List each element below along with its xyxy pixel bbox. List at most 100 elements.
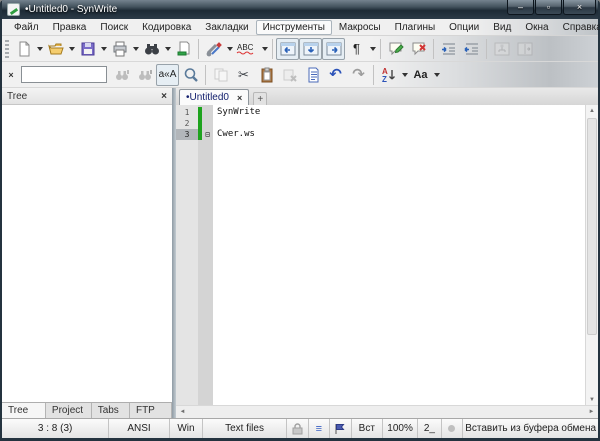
- save-file-button[interactable]: [76, 38, 99, 60]
- status-macro-cell[interactable]: [330, 419, 352, 438]
- delete-button[interactable]: [278, 64, 301, 86]
- sidebar-close-icon[interactable]: ×: [161, 91, 167, 102]
- sync-tree-button[interactable]: [490, 38, 513, 60]
- sidebar-tab-ftp[interactable]: FTP: [130, 403, 172, 418]
- menu-help[interactable]: Справка: [556, 20, 600, 35]
- toolbar-gripper[interactable]: [5, 40, 9, 58]
- zoom-search-button[interactable]: [179, 64, 202, 86]
- status-insert-mode[interactable]: Вст: [352, 419, 383, 438]
- tree-view[interactable]: [2, 105, 172, 402]
- find-button[interactable]: [140, 38, 163, 60]
- toolbar-main: ABC ¶: [2, 36, 598, 62]
- close-findbar-button[interactable]: ×: [4, 67, 18, 83]
- undo-icon: ↶: [329, 68, 342, 81]
- spellcheck-dropdown[interactable]: [260, 38, 269, 60]
- tools-button[interactable]: [202, 38, 225, 60]
- status-wrap-cell[interactable]: ≡: [309, 419, 331, 438]
- new-file-button[interactable]: [12, 38, 35, 60]
- sort-button[interactable]: AZ: [377, 64, 400, 86]
- vertical-scroll-track[interactable]: [586, 116, 598, 394]
- panel-bottom-toggle-button[interactable]: [299, 38, 322, 60]
- print-dropdown[interactable]: [131, 38, 140, 60]
- unindent-button[interactable]: [460, 38, 483, 60]
- comment-add-button[interactable]: [384, 38, 407, 60]
- open-file-button[interactable]: [44, 38, 67, 60]
- menu-options[interactable]: Опции: [442, 20, 486, 35]
- toolbar-separator: [205, 65, 206, 85]
- menu-edit[interactable]: Правка: [46, 20, 94, 35]
- status-indicator-cell[interactable]: [442, 419, 464, 438]
- find-dropdown[interactable]: [163, 38, 172, 60]
- sort-dropdown[interactable]: [400, 64, 409, 86]
- indent-icon: [441, 42, 457, 56]
- green-document-button[interactable]: [172, 38, 195, 60]
- case-sensitive-button[interactable]: a«A: [156, 64, 179, 86]
- status-line-ends[interactable]: Win: [170, 419, 203, 438]
- maximize-button[interactable]: ▫: [535, 0, 562, 15]
- menu-tools[interactable]: Инструменты: [256, 20, 332, 35]
- find-next-button[interactable]: [133, 64, 156, 86]
- menu-macros[interactable]: Макросы: [332, 20, 388, 35]
- cut-button[interactable]: ✂: [232, 64, 255, 86]
- status-tab-size[interactable]: 2_: [418, 419, 442, 438]
- vertical-scrollbar[interactable]: ▲ ▼: [585, 105, 598, 405]
- close-button[interactable]: ×: [563, 0, 596, 15]
- scroll-up-icon[interactable]: ▲: [586, 105, 598, 116]
- comment-remove-button[interactable]: [407, 38, 430, 60]
- vertical-scroll-thumb[interactable]: [587, 118, 597, 335]
- select-all-button[interactable]: [301, 64, 324, 86]
- horizontal-scrollbar[interactable]: ◄ ►: [176, 405, 598, 418]
- print-button[interactable]: [108, 38, 131, 60]
- status-caret-position[interactable]: 3 : 8 (3): [2, 419, 109, 438]
- tools-icon: [206, 41, 222, 57]
- document-tab-label: •Untitled0: [186, 92, 229, 103]
- status-lexer[interactable]: Text files: [203, 419, 287, 438]
- editor-area[interactable]: 1 SynWrite 2 3: [176, 105, 585, 405]
- minimize-button[interactable]: –: [507, 0, 534, 15]
- indent-button[interactable]: [437, 38, 460, 60]
- quick-search-input[interactable]: [21, 66, 107, 83]
- menu-bookmarks[interactable]: Закладки: [198, 20, 255, 35]
- menu-encoding[interactable]: Кодировка: [135, 20, 198, 35]
- redo-button[interactable]: ↷: [347, 64, 370, 86]
- menu-view[interactable]: Вид: [486, 20, 518, 35]
- new-tab-button[interactable]: +: [253, 92, 267, 105]
- find-prev-button[interactable]: [110, 64, 133, 86]
- scroll-left-icon[interactable]: ◄: [176, 409, 189, 415]
- scroll-right-icon[interactable]: ►: [585, 409, 598, 415]
- menu-search[interactable]: Поиск: [93, 20, 135, 35]
- menu-windows[interactable]: Окна: [518, 20, 555, 35]
- show-nonprinted-button[interactable]: ¶: [345, 38, 368, 60]
- menu-plugins[interactable]: Плагины: [388, 20, 443, 35]
- line-text: SynWrite: [213, 107, 260, 118]
- scroll-down-icon[interactable]: ▼: [586, 394, 598, 405]
- sync-frame-button[interactable]: [513, 38, 536, 60]
- menu-file[interactable]: Файл: [7, 20, 46, 35]
- panel-right-toggle-button[interactable]: [322, 38, 345, 60]
- tab-close-icon[interactable]: ×: [237, 93, 242, 103]
- change-case-dropdown[interactable]: [432, 64, 441, 86]
- paste-button[interactable]: [255, 64, 278, 86]
- spellcheck-button[interactable]: ABC: [234, 38, 260, 60]
- copy-button[interactable]: [209, 64, 232, 86]
- line-number: 2: [176, 118, 198, 129]
- horizontal-scroll-track[interactable]: [189, 406, 585, 418]
- sidebar-tab-tree[interactable]: Tree: [2, 403, 46, 418]
- open-file-dropdown[interactable]: [67, 38, 76, 60]
- tools-dropdown[interactable]: [225, 38, 234, 60]
- save-file-dropdown[interactable]: [99, 38, 108, 60]
- status-zoom[interactable]: 100%: [383, 419, 418, 438]
- document-tab[interactable]: •Untitled0 ×: [179, 89, 249, 105]
- undo-button[interactable]: ↶: [324, 64, 347, 86]
- sidebar-tab-tabs[interactable]: Tabs: [92, 403, 130, 418]
- sidebar-tabs: Tree Project Tabs FTP: [2, 402, 172, 418]
- status-encoding[interactable]: ANSI: [109, 419, 170, 438]
- show-nonprinted-dropdown[interactable]: [368, 38, 377, 60]
- status-readonly-cell[interactable]: [287, 419, 309, 438]
- fold-minus-icon[interactable]: ⊟: [202, 129, 213, 140]
- change-case-button[interactable]: Aa: [409, 64, 432, 86]
- new-file-dropdown[interactable]: [35, 38, 44, 60]
- sidebar-tab-project[interactable]: Project: [46, 403, 92, 418]
- panel-left-toggle-button[interactable]: [276, 38, 299, 60]
- sort-az-icon: AZ: [381, 67, 397, 83]
